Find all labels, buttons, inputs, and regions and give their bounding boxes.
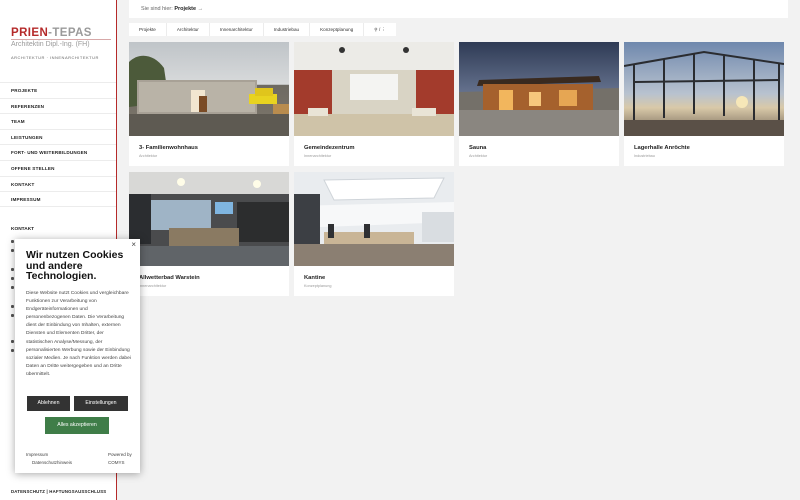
breadcrumb-prefix: Sie sind hier:: [141, 6, 173, 12]
project-title: Allwetterbad Warstein: [139, 275, 200, 281]
project-image-kantine: [294, 172, 454, 266]
nav-item-leistungen[interactable]: LEISTUNGEN: [0, 128, 116, 145]
powered-by-brand[interactable]: COMYS: [108, 460, 125, 465]
filter-konzeptplanung[interactable]: Konzeptplanung: [310, 23, 365, 36]
filter-projekte[interactable]: Projekte: [129, 23, 167, 36]
info-icon: [11, 305, 14, 308]
close-icon[interactable]: ×: [131, 240, 136, 249]
project-title: Kantine: [304, 275, 326, 281]
social-icon: [11, 340, 14, 343]
project-card-sauna[interactable]: Sauna Architektur: [459, 42, 619, 166]
project-category: Konzeptplanung: [304, 284, 332, 288]
cookie-consent-dialog: × Wir nutzen Cookies und andere Technolo…: [15, 239, 140, 473]
breadcrumb-current[interactable]: Projekte: [174, 6, 196, 12]
web-icon: [11, 286, 14, 289]
project-card-familienwohnhaus[interactable]: 3- Familienwohnhaus Architektur: [129, 42, 289, 166]
accept-all-button[interactable]: Alles akzeptieren: [45, 417, 109, 434]
brand-subtitle: Architektin Dipl.-Ing. (FH): [11, 41, 90, 48]
brand-logo[interactable]: PRIEN-TEPAS: [11, 27, 92, 39]
project-image-sauna: [459, 42, 619, 136]
filter-industriebau[interactable]: Industriebau: [264, 23, 311, 36]
contact-heading: KONTAKT: [11, 227, 35, 232]
filter-architektur[interactable]: Architektur: [167, 23, 210, 36]
project-card-kantine[interactable]: Kantine Konzeptplanung: [294, 172, 454, 296]
project-title: Gemeindezentrum: [304, 145, 355, 151]
main-nav: PROJEKTE REFERENZEN TEAM LEISTUNGEN FORT…: [0, 82, 116, 207]
fax-icon: [11, 268, 14, 271]
filter-search-toggle[interactable]: ⚲ / ⋮: [364, 23, 396, 36]
project-category: Architektur: [469, 154, 488, 158]
brand-name-part1: PRIEN: [11, 27, 49, 39]
nav-item-impressum[interactable]: IMPRESSUM: [0, 191, 116, 207]
settings-button[interactable]: Einstellungen: [74, 396, 128, 411]
project-card-allwetterbad[interactable]: Allwetterbad Warstein Innenarchitektur: [129, 172, 289, 296]
project-image-gemeindezentrum: [294, 42, 454, 136]
project-category: Architektur: [139, 154, 158, 158]
footer-links[interactable]: DATENSCHUTZ | HAFTUNGSAUSSCHLUSS: [11, 489, 106, 494]
nav-item-fortbildungen[interactable]: FORT- UND WEITERBILDUNGEN: [0, 144, 116, 160]
info-icon-2: [11, 314, 14, 317]
mail-icon: [11, 277, 14, 280]
project-title: Lagerhalle Anröchte: [634, 145, 690, 151]
project-filter-bar: Projekte Architektur Innenarchitektur In…: [129, 23, 397, 36]
project-image-familienwohnhaus: [129, 42, 289, 136]
nav-item-referenzen[interactable]: REFERENZEN: [0, 97, 116, 114]
nav-item-projekte[interactable]: PROJEKTE: [0, 82, 116, 98]
project-image-lagerhalle: [624, 42, 784, 136]
project-category: Innenarchitektur: [139, 284, 167, 288]
project-image-allwetterbad: [129, 172, 289, 266]
cookie-title: Wir nutzen Cookies und andere Technologi…: [26, 249, 124, 282]
phone-icon: [11, 249, 14, 252]
cookie-description: Diese Website nutzt Cookies und vergleic…: [26, 291, 131, 377]
project-title: Sauna: [469, 145, 487, 151]
breadcrumb: Sie sind hier: Projekte →: [129, 0, 788, 18]
powered-by-label: Powered by: [108, 452, 132, 457]
project-category: Innenarchitektur: [304, 154, 332, 158]
brand-tagline: ARCHITEKTUR · INNENARCHITEKTUR: [11, 55, 99, 60]
nav-item-team[interactable]: TEAM: [0, 113, 116, 129]
project-title: 3- Familienwohnhaus: [139, 145, 198, 151]
project-category: Industriebau: [634, 154, 655, 158]
filter-innenarchitektur[interactable]: Innenarchitektur: [210, 23, 264, 36]
social-icon-2: [11, 349, 14, 352]
project-card-lagerhalle[interactable]: Lagerhalle Anröchte Industriebau: [624, 42, 784, 166]
breadcrumb-arrow-icon: →: [197, 6, 204, 12]
nav-item-offene-stellen[interactable]: OFFENE STELLEN: [0, 159, 116, 176]
cookie-impressum-link[interactable]: Impressum: [26, 452, 48, 457]
project-card-gemeindezentrum[interactable]: Gemeindezentrum Innenarchitektur: [294, 42, 454, 166]
brand-divider: [11, 39, 111, 40]
decline-button[interactable]: Ablehnen: [27, 396, 70, 411]
location-icon: [11, 240, 14, 243]
nav-item-kontakt[interactable]: KONTAKT: [0, 175, 116, 192]
cookie-privacy-link[interactable]: Datenschutzhinweis: [32, 460, 72, 465]
brand-name-part2: -TEPAS: [48, 27, 92, 39]
